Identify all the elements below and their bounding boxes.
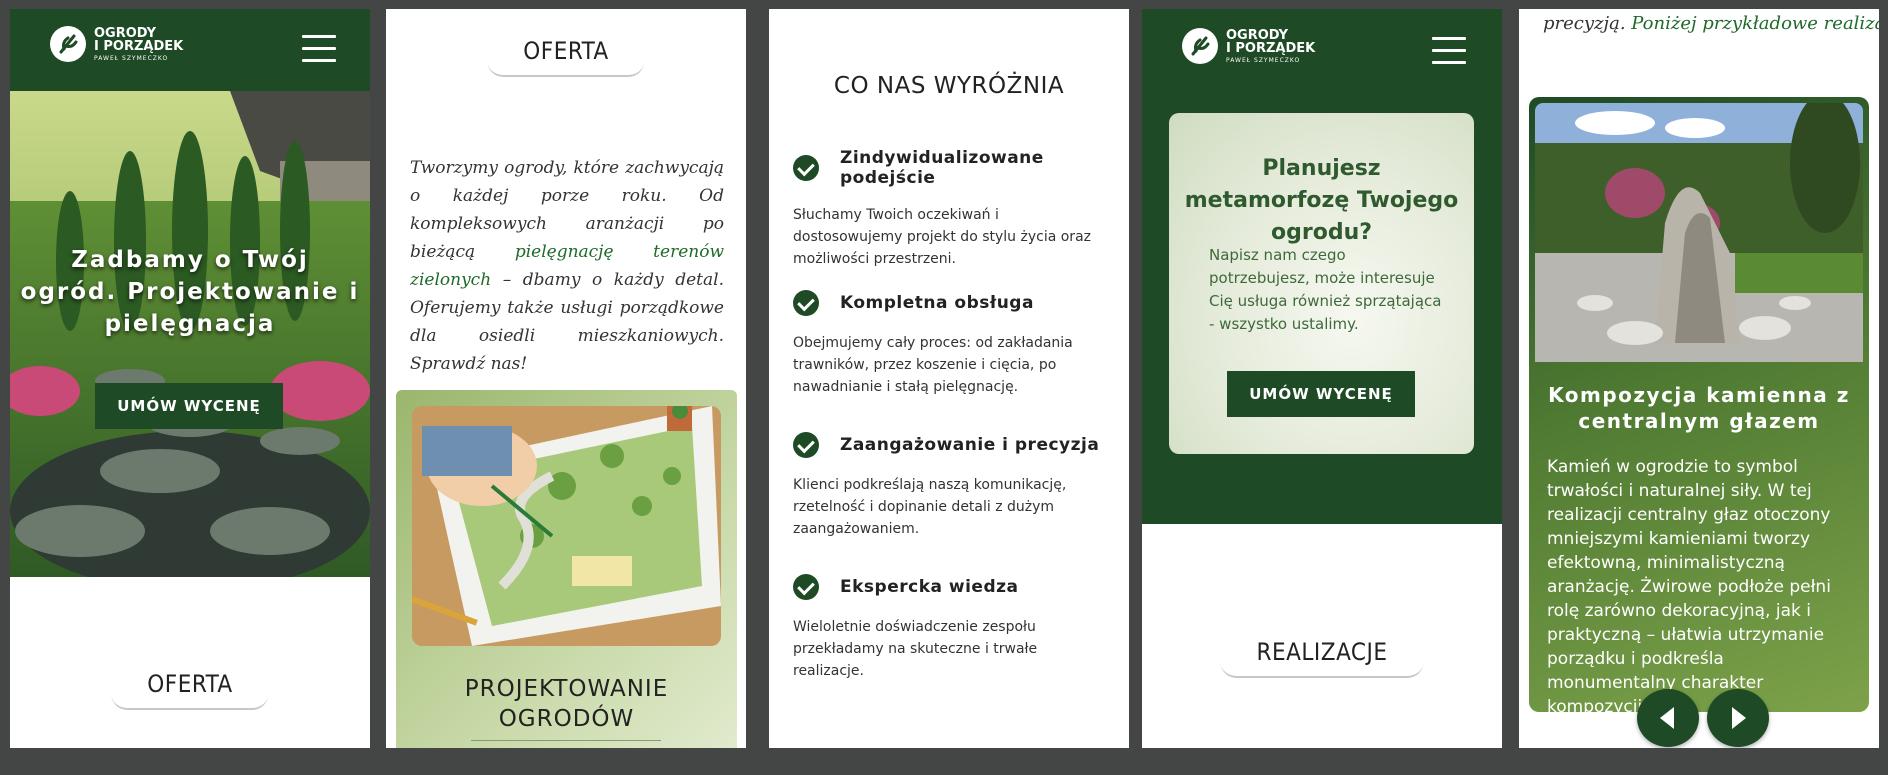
logo-leaf-icon bbox=[50, 26, 86, 62]
logo-text-3: PAWEŁ SZYMECZKO bbox=[94, 54, 169, 62]
service-card-title: PROJEKTOWANIE OGRODÓW bbox=[396, 674, 737, 734]
carousel-next-button[interactable] bbox=[1707, 689, 1769, 747]
feature-title: Ekspercka wiedza bbox=[840, 577, 1019, 597]
feature-item: Zindywidualizowane podejście Słuchamy Tw… bbox=[793, 148, 1109, 270]
garden-plan-image bbox=[412, 406, 721, 646]
arrow-right-icon bbox=[1732, 707, 1746, 729]
section-heading-oferta: OFERTA bbox=[111, 662, 269, 710]
check-icon bbox=[793, 432, 819, 458]
check-icon bbox=[793, 290, 819, 316]
feature-item: Kompletna obsługa Obejmujemy cały proces… bbox=[793, 290, 1109, 398]
project-description: Kamień w ogrodzie to symbol trwałości i … bbox=[1547, 457, 1831, 717]
mobile-screen-projects: precyzją. Poniżej przykładowe realizacje… bbox=[1519, 9, 1879, 748]
logo-text-2: I PORZĄDEK bbox=[1226, 40, 1316, 56]
hamburger-menu-icon[interactable] bbox=[302, 35, 336, 63]
service-card-title-line2: OGRODÓW bbox=[498, 706, 635, 732]
offer-intro-text: Tworzymy ogrody, które zachwycają o każd… bbox=[410, 154, 724, 378]
feature-description: Wieloletnie doświadczenie zespołu przekł… bbox=[793, 619, 1038, 679]
projects-intro-highlight: Poniżej przykładowe realizacje bbox=[1631, 13, 1879, 34]
feature-description: Słuchamy Twoich oczekiwań i dostosowujem… bbox=[793, 207, 1091, 267]
mobile-screen-cta: OGRODY I PORZĄDEK PAWEŁ SZYMECZKO Planuj… bbox=[1142, 9, 1502, 748]
feature-title: Zindywidualizowane podejście bbox=[840, 148, 1044, 188]
card-divider bbox=[471, 740, 661, 741]
site-logo[interactable]: OGRODY I PORZĄDEK PAWEŁ SZYMECZKO bbox=[50, 26, 183, 62]
check-icon bbox=[793, 155, 819, 181]
hamburger-menu-icon[interactable] bbox=[1432, 37, 1466, 65]
logo-text-1: OGRODY bbox=[1226, 27, 1289, 43]
project-title: Kompozycja kamienna z centralnym głazem bbox=[1548, 383, 1850, 433]
hero-banner: Zadbamy o Twój ogród. Projektowanie i pi… bbox=[10, 91, 370, 577]
stone-garden-image bbox=[1535, 103, 1863, 362]
cta-section: OGRODY I PORZĄDEK PAWEŁ SZYMECZKO Planuj… bbox=[1142, 9, 1502, 524]
logo-text-1: OGRODY bbox=[94, 25, 157, 41]
cta-title: Planujesz metamorfozę Twojego ogrodu? bbox=[1184, 156, 1459, 245]
projects-intro-text: precyzją. Poniżej przykładowe realizacje bbox=[1543, 13, 1879, 34]
hero-title: Zadbamy o Twój ogród. Projektowanie i pi… bbox=[20, 247, 360, 337]
project-card: Kompozycja kamienna z centralnym głazem … bbox=[1529, 97, 1869, 717]
site-logo[interactable]: OGRODY I PORZĄDEK PAWEŁ SZYMECZKO bbox=[1182, 28, 1315, 64]
feature-description: Obejmujemy cały proces: od zakładania tr… bbox=[793, 335, 1073, 395]
mobile-screen-features: CO NAS WYRÓŻNIA Zindywidualizowane podej… bbox=[769, 9, 1129, 748]
logo-text-2: I PORZĄDEK bbox=[94, 38, 184, 54]
check-icon bbox=[793, 574, 819, 600]
cta-text: Napisz nam czego potrzebujesz, może inte… bbox=[1209, 246, 1442, 333]
carousel-prev-button[interactable] bbox=[1637, 689, 1699, 747]
feature-item: Zaangażowanie i precyzja Klienci podkreś… bbox=[793, 432, 1109, 540]
projects-intro-plain: precyzją. bbox=[1543, 13, 1632, 34]
features-heading: CO NAS WYRÓŻNIA bbox=[833, 73, 1065, 99]
logo-text-3: PAWEŁ SZYMECZKO bbox=[1226, 56, 1301, 64]
section-heading-realizacje: REALIZACJE bbox=[1220, 630, 1424, 678]
site-header: OGRODY I PORZĄDEK PAWEŁ SZYMECZKO bbox=[10, 9, 370, 91]
feature-title: Kompletna obsługa bbox=[840, 293, 1034, 313]
feature-title: Zaangażowanie i precyzja bbox=[840, 435, 1100, 455]
feature-item: Ekspercka wiedza Wieloletnie doświadczen… bbox=[793, 574, 1109, 682]
feature-description: Klienci podkreślają naszą komunikację, r… bbox=[793, 477, 1067, 537]
section-heading-oferta: OFERTA bbox=[487, 29, 645, 77]
service-card-title-line1: PROJEKTOWANIE bbox=[464, 676, 669, 702]
request-quote-button[interactable]: UMÓW WYCENĘ bbox=[95, 383, 283, 429]
cta-box: Planujesz metamorfozę Twojego ogrodu? Na… bbox=[1169, 113, 1474, 454]
arrow-left-icon bbox=[1660, 707, 1674, 729]
logo-leaf-icon bbox=[1182, 28, 1218, 64]
service-card-garden-design[interactable]: PROJEKTOWANIE OGRODÓW bbox=[396, 390, 737, 748]
request-quote-button[interactable]: UMÓW WYCENĘ bbox=[1227, 371, 1415, 417]
mobile-screen-home: OGRODY I PORZĄDEK PAWEŁ SZYMECZKO Zadbam… bbox=[10, 9, 370, 748]
mobile-screen-offer: OFERTA Tworzymy ogrody, które zachwycają… bbox=[386, 9, 746, 748]
